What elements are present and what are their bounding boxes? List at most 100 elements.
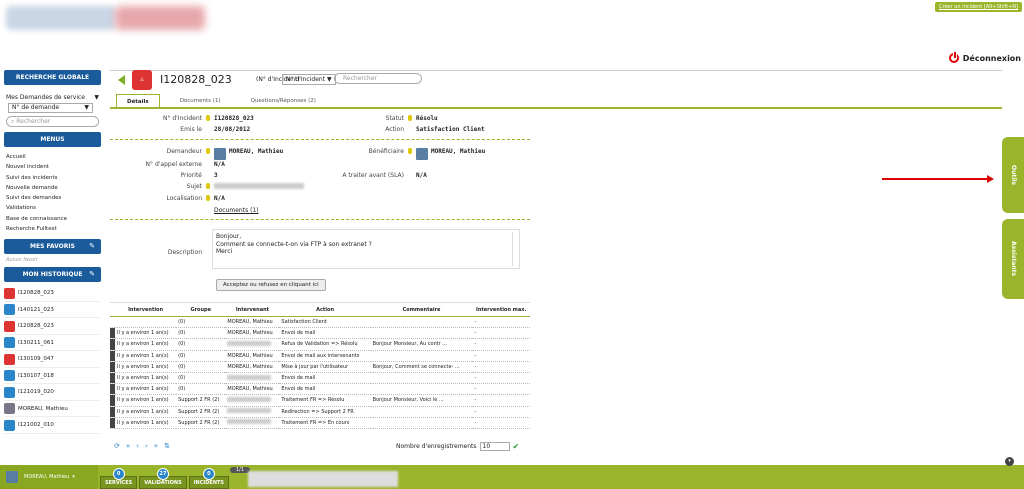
menu-item-accueil[interactable]: Accueil	[6, 152, 99, 162]
table-row[interactable]: Il y a environ 1 an(s) (0) MOREAU, Mathieu…	[110, 361, 530, 373]
description-scrollbar[interactable]	[512, 232, 518, 266]
menu-item-nouvelle-demande[interactable]: Nouvelle demande	[6, 183, 99, 193]
tab-bar: Détails Documents (1) Questions/Réponses…	[116, 94, 326, 107]
validations-button[interactable]: 27 VALIDATIONS	[139, 468, 187, 489]
table-cell	[370, 417, 473, 429]
documents-link[interactable]: Documents (1)	[214, 207, 259, 214]
table-cell: MOREAU, Mathieu	[225, 350, 280, 362]
news-ticker[interactable]	[248, 471, 398, 487]
incident-type-select[interactable]: N° d'Incident ▼	[282, 74, 336, 85]
avatar	[6, 471, 18, 483]
tab-questions[interactable]: Questions/Réponses (2)	[241, 94, 326, 107]
history-item[interactable]: I130107_018	[4, 368, 101, 385]
history-item[interactable]: I120828_023	[4, 285, 101, 302]
table-cell: Traitement FR => En cours	[279, 417, 371, 429]
col-intervenant[interactable]: Intervenant	[225, 302, 280, 317]
menu-item-suivi-incidents[interactable]: Suivi des incidents	[6, 173, 99, 183]
col-action[interactable]: Action	[279, 302, 371, 317]
table-cell: Il y a environ 1 an(s)	[115, 372, 177, 385]
sort-icon[interactable]: ⇅	[164, 442, 170, 450]
tab-documents[interactable]: Documents (1)	[170, 94, 231, 107]
chevron-down-icon: ▼	[94, 94, 99, 101]
history-item[interactable]: I120828_023	[4, 318, 101, 335]
menu-item-recherche-fulltext[interactable]: Recherche Fulltext	[6, 224, 99, 234]
incident-search-input[interactable]: Rechercher	[334, 73, 422, 84]
next-page-icon[interactable]: ›	[145, 442, 148, 450]
table-cell: Envoi de mail	[279, 372, 371, 385]
history-table: Intervention Groupe Intervenant Action C…	[110, 302, 530, 429]
table-cell	[115, 316, 177, 329]
first-page-icon[interactable]: «	[126, 442, 130, 450]
table-cell	[370, 350, 473, 362]
table-row[interactable]: Il y a environ 1 an(s) Support 2 FR (2) Tr…	[110, 394, 530, 407]
pencil-icon[interactable]: ✎	[89, 239, 95, 254]
validations-badge: 27	[156, 468, 169, 480]
back-arrow-icon[interactable]	[118, 75, 125, 85]
historique-header: MON HISTORIQUE ✎	[4, 267, 101, 283]
accept-refuse-button[interactable]: Acceptez ou refusez en cliquant ici	[216, 279, 326, 291]
table-cell: (0)	[176, 350, 226, 362]
col-commentaire[interactable]: Commentaire	[370, 302, 473, 317]
table-cell: MOREAU, Mathieu	[225, 316, 280, 329]
col-groupe[interactable]: Groupe	[176, 302, 226, 317]
history-item[interactable]: I121002_010	[4, 417, 101, 434]
current-user[interactable]: MOREAU, Mathieu ▾	[0, 465, 98, 489]
table-row[interactable]: Il y a environ 1 an(s) (0) Refus de Valida…	[110, 338, 530, 351]
incident-icon	[4, 386, 15, 398]
history-item[interactable]: I130211_061	[4, 335, 101, 352]
table-row[interactable]: Il y a environ 1 an(s) Support 2 FR (2) Re…	[110, 406, 530, 418]
table-cell	[370, 327, 473, 340]
prev-page-icon[interactable]: ‹	[136, 442, 139, 450]
menu-item-nouvel-incident[interactable]: Nouvel incident	[6, 162, 99, 172]
global-search-header[interactable]: RECHERCHE GLOBALE	[4, 70, 101, 85]
history-item[interactable]: I140121_023	[4, 302, 101, 319]
history-item[interactable]: I130109_047	[4, 351, 101, 368]
col-intervention-max[interactable]: Intervention max.	[472, 302, 530, 317]
outils-tab[interactable]: Outils	[1002, 137, 1024, 213]
table-cell: Satisfaction Client	[279, 316, 371, 329]
menu-item-validations[interactable]: Validations	[6, 203, 99, 213]
record-count-input[interactable]: 10	[479, 442, 510, 451]
user-icon	[4, 403, 15, 415]
services-button[interactable]: 0 SERVICES	[100, 468, 138, 489]
chevron-down-icon: ▾	[72, 474, 75, 480]
refresh-icon[interactable]: ⟳	[114, 442, 120, 450]
table-row[interactable]: Il y a environ 1 an(s) Support 2 FR (2) Tr…	[110, 417, 530, 429]
incident-icon	[4, 320, 15, 332]
collapse-icon[interactable]: ▾	[1005, 457, 1014, 466]
menu-item-suivi-demandes[interactable]: Suivi des demandes	[6, 193, 99, 203]
table-cell: -	[472, 394, 530, 407]
incidents-button[interactable]: 0 INCIDENTS	[188, 468, 230, 489]
logout-button[interactable]: Déconnexion	[948, 51, 1021, 63]
record-count: Nombre d'enregistrements 10 ✔	[396, 442, 520, 451]
table-row[interactable]: Il y a environ 1 an(s) (0) MOREAU, Mathieu…	[110, 327, 530, 340]
table-row[interactable]: (0) MOREAU, Mathieu Satisfaction Client -	[110, 316, 530, 329]
table-cell	[225, 372, 280, 385]
favoris-header: MES FAVORIS ✎	[4, 239, 101, 255]
sidebar-search-input[interactable]: ⌕ Rechercher	[6, 116, 99, 127]
check-icon[interactable]: ✔	[513, 442, 520, 451]
col-intervention[interactable]: Intervention	[115, 302, 177, 317]
description-box[interactable]: Bonjour, Comment se connecte-t-on via FT…	[212, 229, 520, 269]
table-cell: (0)	[176, 372, 226, 385]
priorite-row: Priorité 3	[180, 172, 218, 179]
tab-details[interactable]: Détails	[116, 94, 160, 107]
table-cell: Il y a environ 1 an(s)	[115, 338, 177, 351]
assistants-tab[interactable]: Assistants	[1002, 219, 1024, 299]
incident-icon	[4, 337, 15, 349]
beneficiaire-row: Bénéficiaire MOREAU, Mathieu	[340, 148, 485, 160]
request-number-select[interactable]: N° de demande ▼	[8, 103, 93, 113]
table-cell: (0)	[176, 361, 226, 373]
bulb-icon	[206, 183, 210, 189]
menu-item-base-connaissance[interactable]: Base de connaissance	[6, 214, 99, 224]
table-row[interactable]: Il y a environ 1 an(s) (0) Envoi de mail -	[110, 372, 530, 385]
service-request-select[interactable]: Mes Demandes de service ▼	[4, 93, 101, 103]
create-incident-link[interactable]: Créer un incident [Alt+Shift+N]	[935, 2, 1022, 12]
table-row[interactable]: Il y a environ 1 an(s) (0) MOREAU, Mathieu…	[110, 350, 530, 362]
pencil-icon[interactable]: ✎	[89, 267, 95, 282]
last-page-icon[interactable]: »	[154, 442, 158, 450]
history-item[interactable]: I121019_020	[4, 384, 101, 401]
table-row[interactable]: Il y a environ 1 an(s) (0) MOREAU, Mathieu…	[110, 383, 530, 396]
history-item[interactable]: MOREAU, Mathieu	[4, 401, 101, 418]
sujet-row: Sujet	[110, 183, 304, 190]
